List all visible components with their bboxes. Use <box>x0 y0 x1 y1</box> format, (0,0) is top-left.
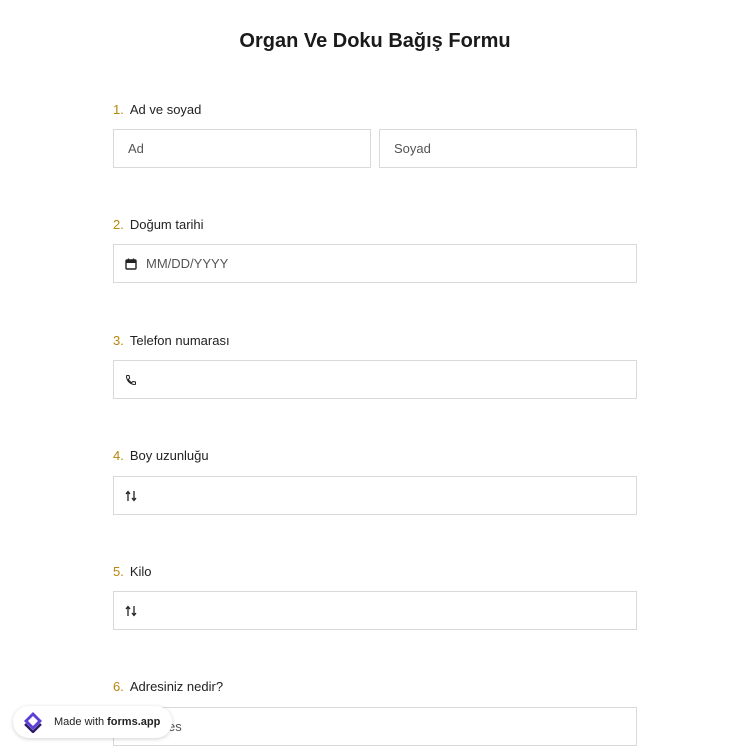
forms-app-logo-icon <box>21 711 47 734</box>
question-weight: 5. Kilo <box>113 563 637 581</box>
question-birth-date: 2. Doğum tarihi <box>113 216 637 234</box>
question-label: Boy uzunluğu <box>129 448 209 463</box>
question-name: 1. Ad ve soyad <box>113 101 637 119</box>
address-field[interactable] <box>113 707 637 746</box>
number-arrows-icon <box>124 489 138 503</box>
question-label: Telefon numarası <box>129 333 230 348</box>
weight-input[interactable] <box>146 592 636 629</box>
question-number: 2. <box>113 217 124 232</box>
question-number: 3. <box>113 333 124 348</box>
birth-date-field[interactable] <box>113 244 637 283</box>
question-label: Adresiniz nedir? <box>129 679 224 694</box>
first-name-field[interactable] <box>113 129 371 168</box>
phone-input[interactable] <box>146 361 636 398</box>
made-with-badge[interactable]: Made with forms.app <box>13 706 173 738</box>
question-label: Kilo <box>129 564 152 579</box>
phone-icon <box>124 373 138 387</box>
first-name-input[interactable] <box>128 130 370 167</box>
question-number: 4. <box>113 448 124 463</box>
weight-field[interactable] <box>113 591 637 630</box>
badge-prefix: Made with <box>54 716 105 728</box>
last-name-input[interactable] <box>394 130 636 167</box>
phone-field[interactable] <box>113 360 637 399</box>
question-label: Doğum tarihi <box>129 217 204 232</box>
badge-brand: forms.app <box>107 716 161 728</box>
question-number: 6. <box>113 679 124 694</box>
question-height: 4. Boy uzunluğu <box>113 447 637 465</box>
last-name-field[interactable] <box>379 129 637 168</box>
address-input[interactable] <box>168 708 636 745</box>
question-number: 5. <box>113 564 124 579</box>
form-title: Organ Ve Doku Bağış Formu <box>239 30 511 52</box>
number-arrows-icon <box>124 604 138 618</box>
question-phone: 3. Telefon numarası <box>113 332 637 350</box>
question-number: 1. <box>113 102 124 117</box>
calendar-icon[interactable] <box>124 257 138 271</box>
birth-date-input[interactable] <box>146 245 636 282</box>
question-label: Ad ve soyad <box>129 102 202 117</box>
height-field[interactable] <box>113 476 637 515</box>
question-address: 6. Adresiniz nedir? <box>113 678 637 696</box>
height-input[interactable] <box>146 477 636 514</box>
